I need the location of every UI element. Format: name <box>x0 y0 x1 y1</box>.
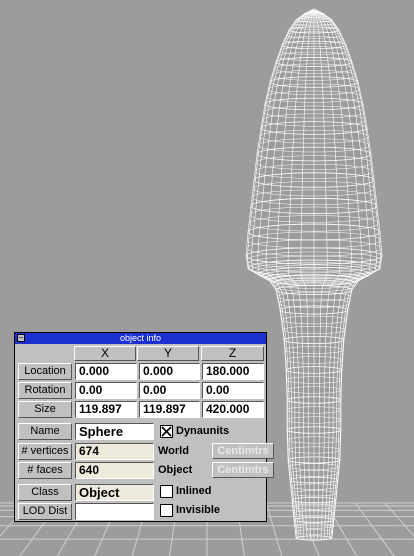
invisible-checkbox[interactable] <box>160 504 173 517</box>
location-label: Location <box>18 363 72 380</box>
rotation-y-input[interactable]: 0.00 <box>139 382 200 399</box>
invisible-label: Invisible <box>176 504 221 516</box>
size-label: Size <box>18 401 72 418</box>
size-y-input[interactable]: 119.897 <box>139 401 200 418</box>
faces-label: # faces <box>18 462 72 479</box>
vertices-label: # vertices <box>18 443 72 460</box>
class-label: Class <box>18 484 72 501</box>
close-icon[interactable]: – <box>17 334 25 342</box>
rotation-label: Rotation <box>18 382 72 399</box>
dynaunits-label: Dynaunits <box>176 425 230 437</box>
vertices-value: 674 <box>75 443 154 460</box>
inlined-checkbox[interactable] <box>160 485 173 498</box>
dynaunits-checkbox[interactable] <box>160 425 173 438</box>
name-label: Name <box>18 423 72 440</box>
location-z-input[interactable]: 180.000 <box>202 363 264 380</box>
checkmark-x-icon <box>161 426 172 437</box>
name-input[interactable]: Sphere <box>75 423 154 440</box>
size-z-input[interactable]: 420.000 <box>202 401 264 418</box>
faces-value: 640 <box>75 462 154 479</box>
rotation-z-input[interactable]: 0.00 <box>202 382 264 399</box>
location-y-input[interactable]: 0.000 <box>139 363 200 380</box>
object-units-button[interactable]: Centimtrs <box>212 462 274 478</box>
lod-dist-input[interactable] <box>75 503 154 520</box>
rotation-x-input[interactable]: 0.00 <box>75 382 137 399</box>
panel-title: object info <box>119 333 162 343</box>
panel-titlebar[interactable]: object info – <box>15 333 266 344</box>
world-units-button[interactable]: Centimtrs <box>212 443 274 459</box>
column-header-z: Z <box>201 346 264 361</box>
object-info-panel: object info – X Y Z Location 0.000 0.000… <box>14 332 274 522</box>
world-units-label: World <box>158 445 189 457</box>
inlined-label: Inlined <box>176 485 212 497</box>
object-units-label: Object <box>158 464 193 476</box>
column-header-x: X <box>74 346 136 361</box>
column-header-y: Y <box>137 346 199 361</box>
class-value: Object <box>75 484 154 501</box>
size-x-input[interactable]: 119.897 <box>75 401 137 418</box>
lod-dist-label: LOD Dist <box>18 503 72 520</box>
location-x-input[interactable]: 0.000 <box>75 363 137 380</box>
